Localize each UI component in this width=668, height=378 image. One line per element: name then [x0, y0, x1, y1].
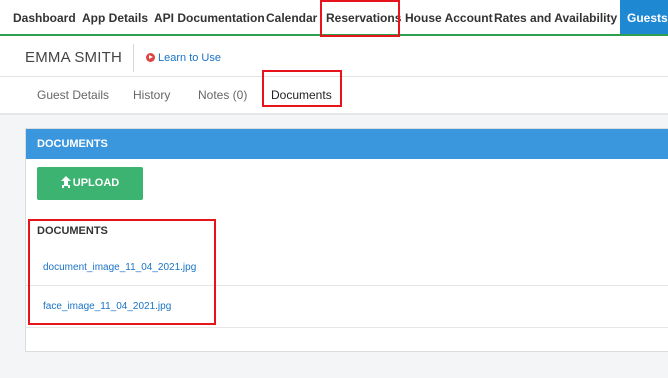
upload-button-label: UPLOAD [72, 177, 120, 189]
highlight-box-documents-list [28, 219, 216, 325]
upload-button[interactable]: UPLOAD [37, 167, 143, 200]
highlight-box-reservations [320, 0, 400, 37]
highlight-box-documents-tab [262, 70, 342, 107]
play-icon [146, 53, 155, 62]
nav-house-account[interactable]: House Account [405, 0, 493, 34]
upload-icon [60, 176, 71, 187]
nav-app-details[interactable]: App Details [82, 0, 148, 34]
header-divider [133, 44, 134, 72]
nav-api-documentation[interactable]: API Documentation [154, 0, 265, 34]
nav-guests[interactable]: Guests [620, 0, 668, 34]
nav-rates-availability-label: Rates and Availability [494, 11, 618, 25]
documents-panel-header: DOCUMENTS [26, 129, 668, 159]
learn-to-use-link[interactable]: Learn to Use [146, 52, 221, 64]
tab-history[interactable]: History [133, 88, 170, 102]
tab-guest-details[interactable]: Guest Details [37, 88, 109, 102]
guest-name: EMMA SMITH [25, 49, 123, 66]
nav-dashboard[interactable]: Dashboard [13, 0, 76, 34]
nav-rates-availability[interactable]: Rates and Availability⌄ [494, 0, 627, 34]
learn-to-use-label: Learn to Use [158, 52, 221, 64]
nav-calendar[interactable]: Calendar [266, 0, 317, 34]
tab-notes[interactable]: Notes (0) [198, 88, 247, 102]
list-divider [26, 327, 668, 328]
